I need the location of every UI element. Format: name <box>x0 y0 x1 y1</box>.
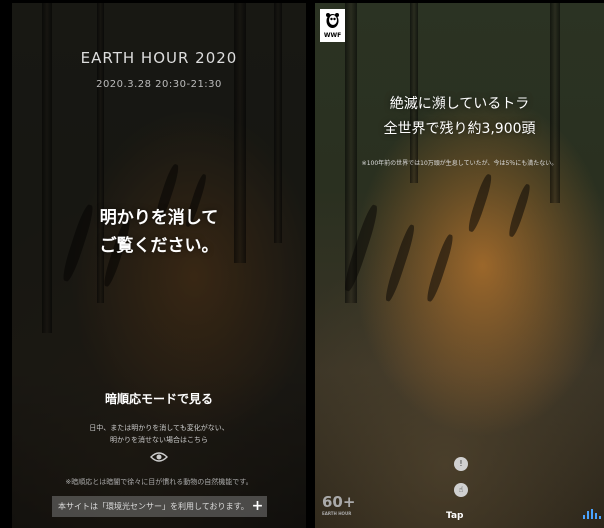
population-note: ※100年前の世界では10万頭が生息していたが、今は5％にも満たない。 <box>361 160 558 167</box>
event-title: EARTH HOUR 2020 <box>80 49 238 67</box>
audio-bars-icon[interactable] <box>583 509 601 519</box>
wwf-logo: WWF <box>320 9 345 42</box>
eye-icon[interactable] <box>150 451 168 463</box>
screen-left: EARTH HOUR 2020 2020.3.28 20:30-21:30 明か… <box>12 3 306 528</box>
dark-adaptation-mode-button[interactable]: 暗順応モードで見る <box>12 390 306 407</box>
info-icon[interactable]: ! <box>454 457 468 471</box>
screen-right: WWF 絶滅に瀕しているトラ 全世界で残り約3,900頭 ※100年前の世界では… <box>315 3 604 528</box>
event-date: 2020.3.28 20:30-21:30 <box>96 79 222 90</box>
message-line-1: 明かりを消して <box>99 208 219 228</box>
hand-icon[interactable]: ☝ <box>454 483 468 497</box>
earth-hour-logo: 60+ EARTH HOUR <box>322 493 356 516</box>
dark-adaptation-note: ※暗順応とは暗闇で徐々に目が慣れる動物の自然機能です。 <box>65 478 253 486</box>
earth-hour-caption: EARTH HOUR <box>322 511 352 516</box>
headline-line-1: 絶滅に瀕しているトラ <box>389 96 530 112</box>
headline-line-2: 全世界で残り約3,900頭 <box>383 121 536 137</box>
wwf-text: WWF <box>323 32 342 39</box>
message-line-2: ご覧ください。 <box>99 236 219 256</box>
panda-icon <box>326 13 339 28</box>
footer-bar: 本サイトは「環境光センサー」を利用しております。 <box>52 496 267 517</box>
mode-description-1: 日中、または明かりを消しても変化がない、 <box>89 424 229 432</box>
expand-button[interactable]: + <box>248 496 267 517</box>
ambient-sensor-notice: 本サイトは「環境光センサー」を利用しております。 <box>58 502 249 511</box>
mode-description-2[interactable]: 明かりを消せない場合はこちら <box>12 435 306 446</box>
tap-label[interactable]: Tap <box>446 511 464 521</box>
